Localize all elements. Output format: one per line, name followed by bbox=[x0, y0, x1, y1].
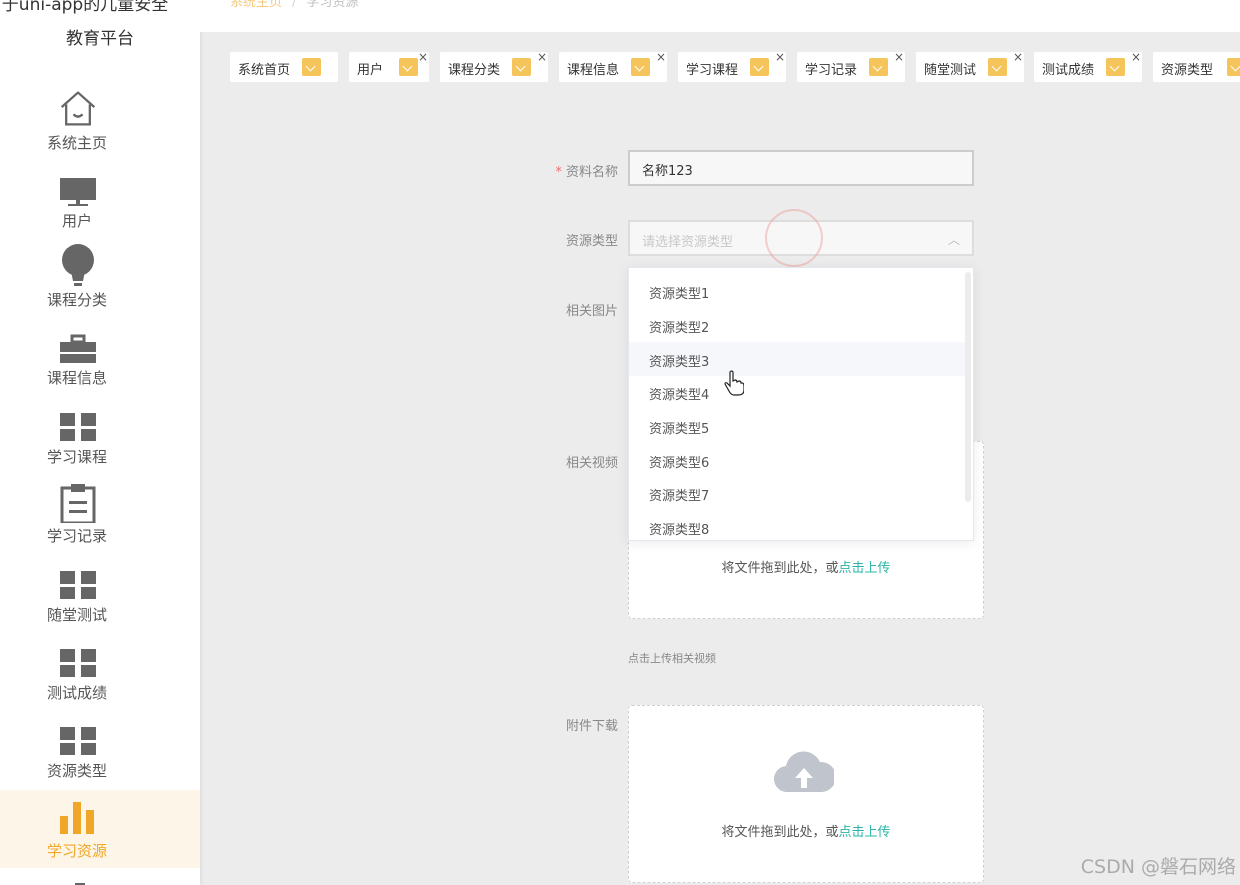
app-title: 于uni-app的儿童安全 教育平台 bbox=[1, 0, 169, 49]
cloud-upload-icon bbox=[773, 748, 837, 794]
sidebar-item-study-record[interactable]: 学习记录 bbox=[0, 475, 200, 553]
grid-icon bbox=[58, 714, 98, 758]
grid-icon bbox=[58, 400, 98, 444]
video-upload-link[interactable]: 点击上传 bbox=[839, 561, 891, 576]
close-icon[interactable]: × bbox=[775, 50, 785, 64]
attachment-upload-link[interactable]: 点击上传 bbox=[839, 825, 891, 840]
attachment-label: 附件下载 bbox=[565, 719, 618, 734]
close-icon[interactable]: × bbox=[418, 50, 428, 64]
clipboard-icon bbox=[58, 479, 98, 523]
grid-icon bbox=[58, 636, 98, 680]
sidebar-item-home[interactable]: 系统主页 bbox=[0, 82, 200, 160]
sidebar-item-user[interactable]: 用户 bbox=[0, 160, 200, 238]
close-icon[interactable]: × bbox=[1013, 50, 1023, 64]
dropdown-scrollbar[interactable] bbox=[965, 272, 971, 502]
close-icon[interactable]: × bbox=[1131, 50, 1141, 64]
sidebar-item-course-info[interactable]: 课程信息 bbox=[0, 317, 200, 395]
name-input[interactable]: 名称123 bbox=[628, 150, 974, 186]
close-icon[interactable]: × bbox=[537, 50, 547, 64]
bar-chart-icon bbox=[58, 794, 98, 838]
heart-icon bbox=[512, 58, 531, 76]
video-upload-hint: 点击上传相关视频 bbox=[628, 652, 716, 665]
briefcase-icon bbox=[58, 321, 98, 365]
monitor-icon bbox=[58, 164, 98, 208]
tag-home[interactable]: 系统首页 bbox=[230, 52, 338, 82]
dropdown-option[interactable]: 资源类型8 bbox=[629, 510, 967, 540]
attachment-upload-area[interactable]: 将文件拖到此处，或点击上传 bbox=[628, 705, 984, 883]
dropdown-option[interactable]: 资源类型1 bbox=[629, 274, 967, 308]
sidebar-item-course-category[interactable]: 课程分类 bbox=[0, 239, 200, 317]
dropdown-option[interactable]: 资源类型7 bbox=[629, 476, 967, 510]
tag-resource-type[interactable]: 资源类型 bbox=[1153, 52, 1240, 82]
name-label: * 资料名称 bbox=[555, 165, 618, 180]
heart-icon bbox=[750, 58, 769, 76]
grid-icon bbox=[58, 558, 98, 602]
chevron-up-icon: ︿ bbox=[947, 233, 960, 247]
lightbulb-icon bbox=[58, 243, 98, 287]
sidebar-item-resource-type[interactable]: 资源类型 bbox=[0, 710, 200, 788]
heart-icon bbox=[1106, 58, 1125, 76]
dropdown-option[interactable]: 资源类型5 bbox=[629, 409, 967, 443]
video-label: 相关视频 bbox=[565, 456, 618, 471]
close-icon[interactable]: × bbox=[656, 50, 666, 64]
heart-icon bbox=[988, 58, 1007, 76]
dropdown-option[interactable]: 资源类型2 bbox=[629, 308, 967, 342]
dropdown-option[interactable]: 资源类型6 bbox=[629, 443, 967, 477]
sidebar-item-study-resource[interactable]: 学习资源 bbox=[0, 790, 200, 868]
hand-cursor-icon bbox=[724, 370, 745, 400]
type-label: 资源类型 bbox=[565, 234, 618, 249]
tag-course-info[interactable]: 课程信息 × bbox=[559, 50, 667, 82]
resource-type-dropdown: 资源类型1 资源类型2 资源类型3 资源类型4 资源类型5 资源类型6 资源类型… bbox=[628, 267, 974, 541]
heart-icon bbox=[302, 58, 321, 76]
tag-study-course[interactable]: 学习课程 × bbox=[678, 50, 786, 82]
close-icon[interactable]: × bbox=[894, 50, 904, 64]
breadcrumb-home[interactable]: 系统主页 bbox=[230, 0, 282, 10]
heart-icon bbox=[869, 58, 888, 76]
watermark: CSDN @磐石网络 bbox=[1080, 856, 1236, 878]
tag-course-category[interactable]: 课程分类 × bbox=[440, 50, 548, 82]
tag-scores[interactable]: 测试成绩 × bbox=[1034, 50, 1142, 82]
dropdown-option[interactable]: 资源类型4 bbox=[629, 375, 967, 409]
sidebar-item-scores[interactable]: 测试成绩 bbox=[0, 632, 200, 710]
tag-user[interactable]: 用户 × bbox=[349, 50, 429, 82]
home-icon bbox=[58, 86, 98, 130]
sidebar-item-study-course[interactable]: 学习课程 bbox=[0, 396, 200, 474]
dropdown-option-hovered[interactable]: 资源类型3 bbox=[629, 342, 967, 376]
top-bar: 系统主页 / 学习资源 bbox=[200, 0, 1240, 32]
heart-icon bbox=[399, 58, 418, 76]
breadcrumb: 系统主页 / 学习资源 bbox=[230, 0, 358, 10]
sidebar-more-icon bbox=[62, 878, 98, 885]
image-label: 相关图片 bbox=[565, 304, 618, 319]
breadcrumb-current: 学习资源 bbox=[306, 0, 359, 10]
heart-icon bbox=[1227, 58, 1240, 76]
sidebar-item-quiz[interactable]: 随堂测试 bbox=[0, 554, 200, 632]
tag-study-record[interactable]: 学习记录 × bbox=[797, 50, 905, 82]
heart-icon bbox=[631, 58, 650, 76]
tag-quiz[interactable]: 随堂测试 × bbox=[916, 50, 1024, 82]
click-ripple bbox=[765, 209, 823, 267]
sidebar: 于uni-app的儿童安全 教育平台 系统主页 用户 课程分类 课程信息 学习课… bbox=[0, 0, 200, 885]
